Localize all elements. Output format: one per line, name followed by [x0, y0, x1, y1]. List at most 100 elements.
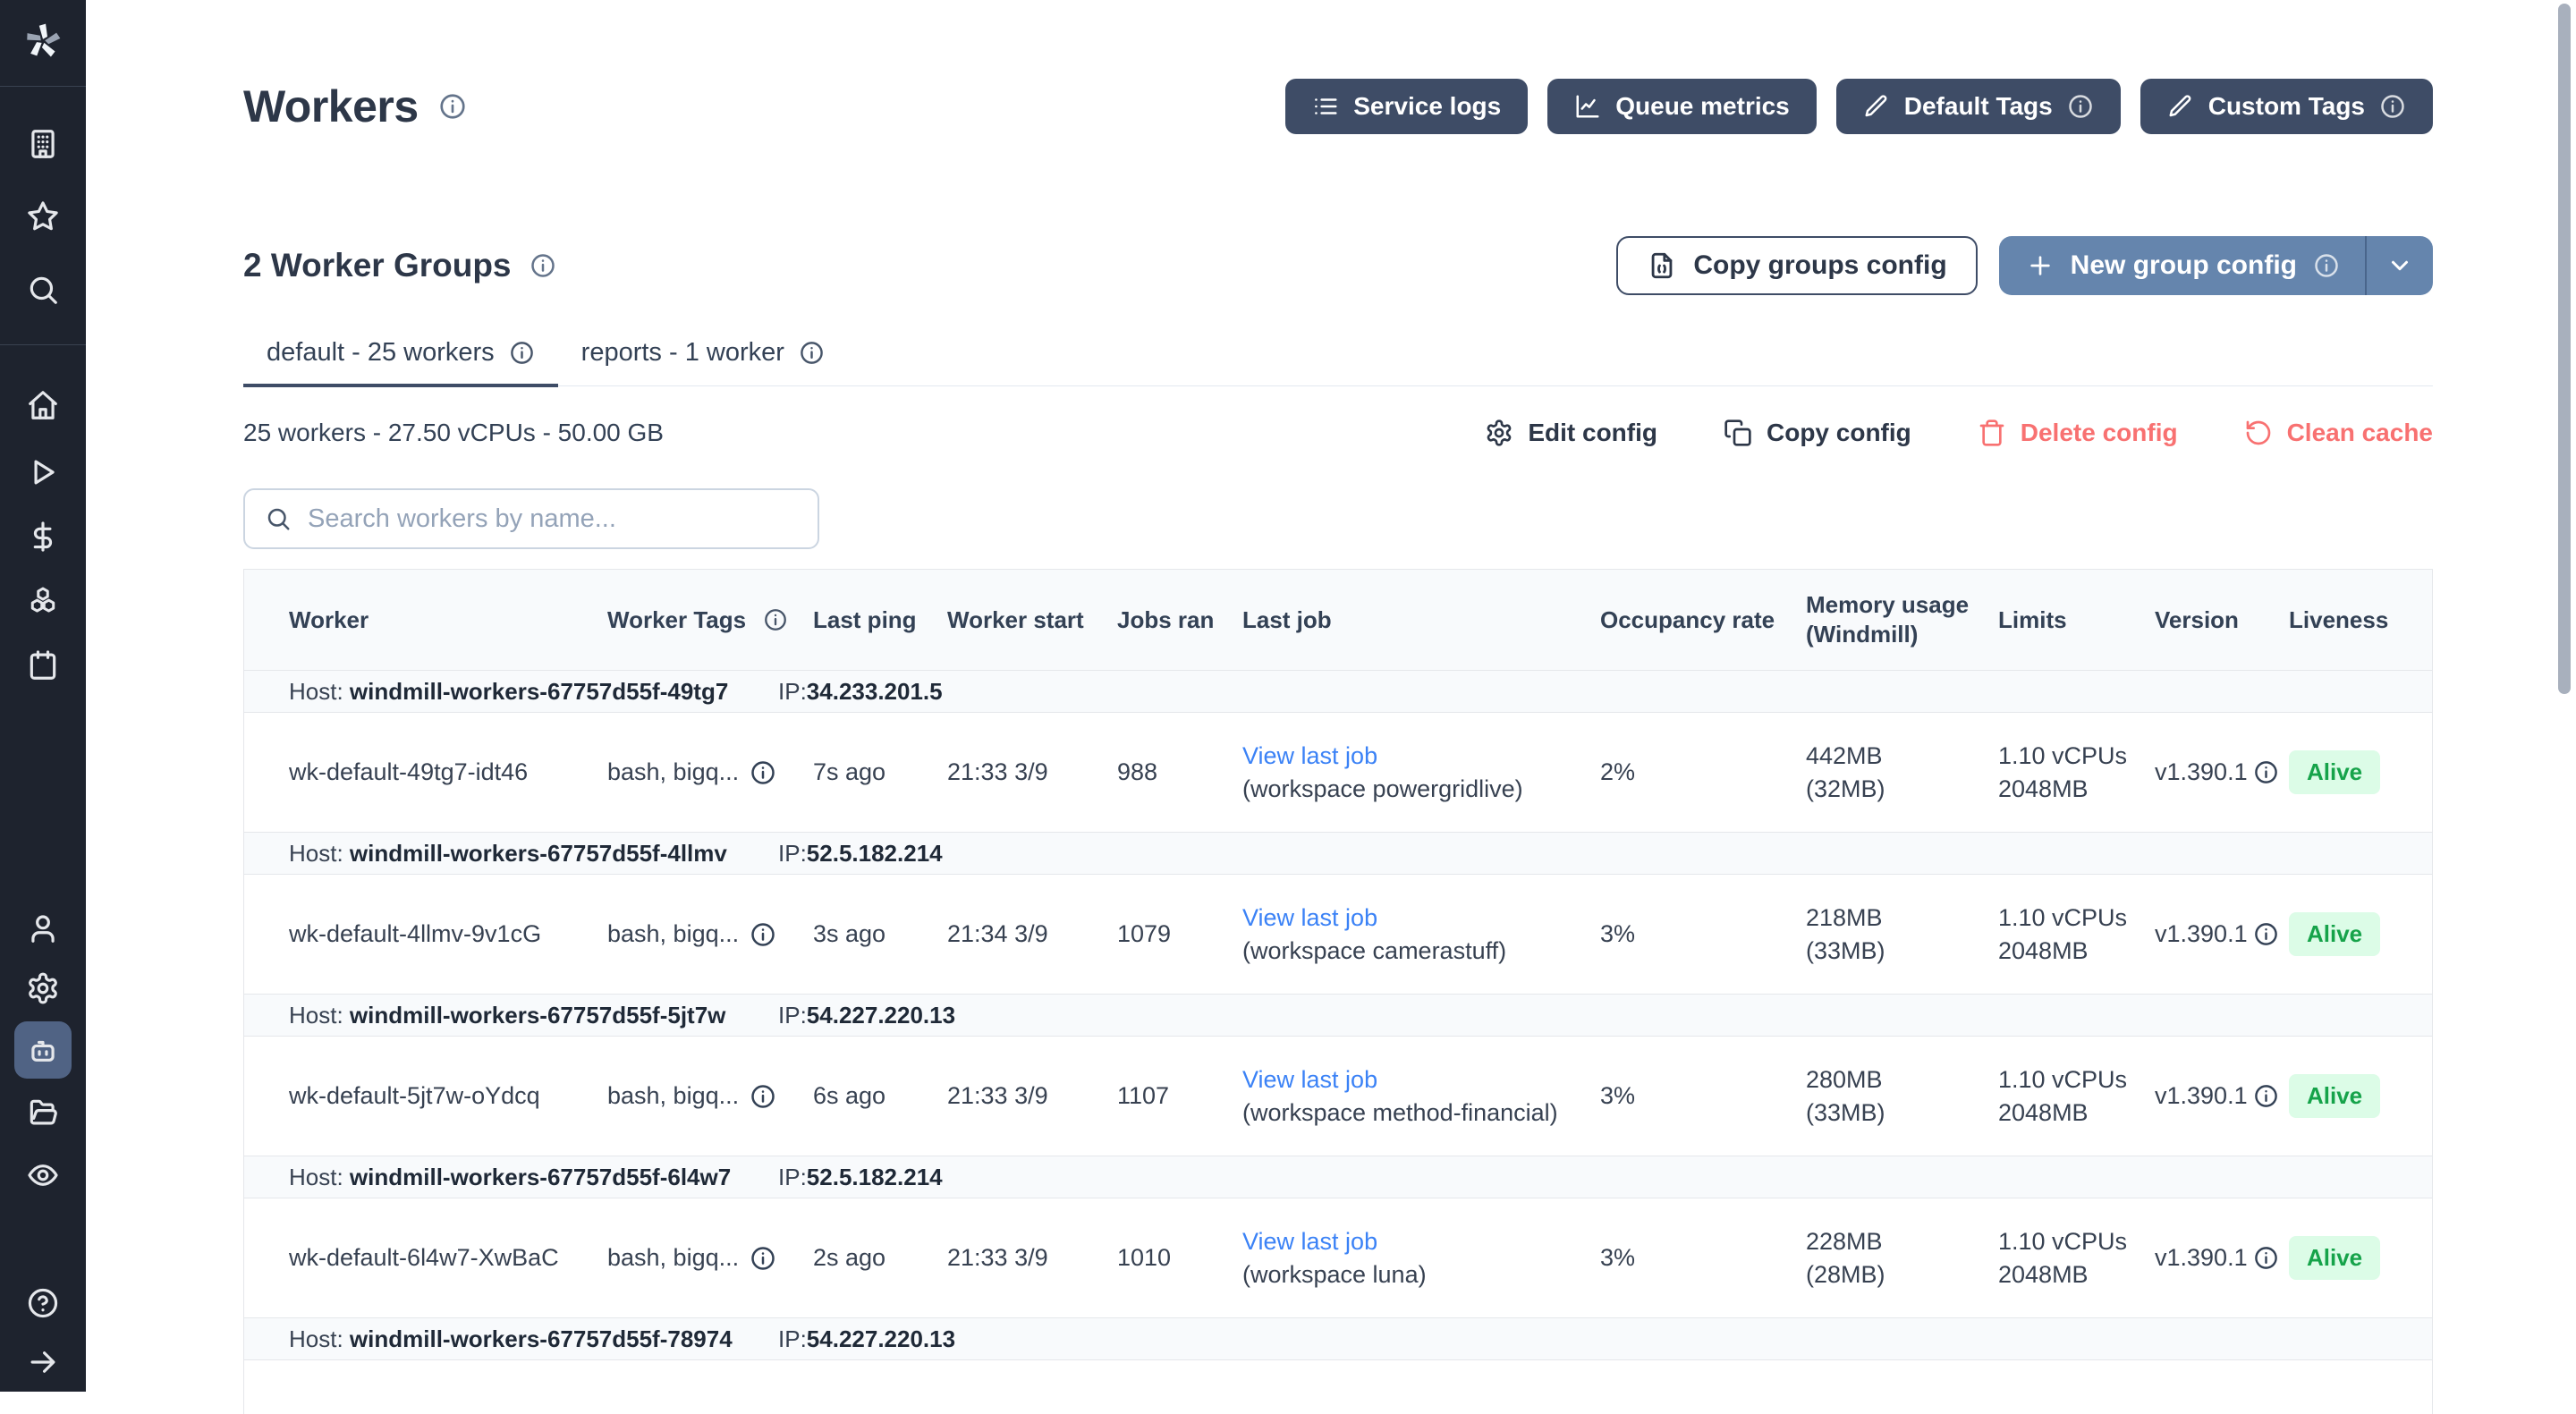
building-icon[interactable] [26, 127, 60, 161]
page-header: Workers Service logs Queue metrics Defau… [243, 79, 2433, 134]
alive-badge: Alive [2289, 750, 2380, 794]
tab-info-icon[interactable] [799, 340, 825, 366]
page-title: Workers [243, 80, 419, 132]
host-ip: 52.5.182.214 [807, 1164, 943, 1190]
worker-tags: bash, bigq... [589, 758, 795, 786]
jobs-ran: 1010 [1099, 1244, 1224, 1272]
memory-usage: 218MB (33MB) [1788, 902, 1980, 968]
edit-config-button[interactable]: Edit config [1485, 419, 1657, 447]
col-occupancy: Occupancy rate [1582, 605, 1788, 635]
gear-settings-icon[interactable] [26, 971, 60, 1005]
queue-metrics-button[interactable]: Queue metrics [1547, 79, 1817, 134]
jobs-ran: 988 [1099, 758, 1224, 786]
search-input[interactable] [306, 504, 798, 535]
plus-icon [2026, 251, 2055, 280]
view-last-job-link[interactable]: View last job [1242, 902, 1582, 935]
last-ping: 3s ago [795, 920, 929, 948]
limits: 1.10 vCPUs 2048MB [1980, 1063, 2137, 1130]
new-group-config-dropdown[interactable] [2367, 236, 2433, 295]
liveness: Alive [2271, 1074, 2423, 1118]
gear-icon [1485, 419, 1513, 447]
worker-tags-info-icon[interactable] [763, 607, 788, 632]
alive-badge: Alive [2289, 912, 2380, 956]
jobs-ran: 1079 [1099, 920, 1224, 948]
home-icon[interactable] [26, 388, 60, 422]
table-header: Worker Worker Tags Last ping Worker star… [244, 570, 2432, 670]
liveness: Alive [2271, 1236, 2423, 1280]
copy-config-label: Copy config [1767, 419, 1911, 447]
delete-config-label: Delete config [2021, 419, 2178, 447]
version: v1.390.1 [2137, 1244, 2271, 1272]
tab-info-icon[interactable] [509, 340, 535, 366]
last-ping: 7s ago [795, 758, 929, 786]
occupancy-rate: 2% [1582, 758, 1788, 786]
tab-default[interactable]: default - 25 workers [243, 338, 558, 387]
title-info-icon[interactable] [438, 92, 467, 121]
worker-row: wk-default-4llmv-9v1cG bash, bigq... 3s … [244, 875, 2432, 994]
copy-config-button[interactable]: Copy config [1724, 419, 1911, 447]
view-last-job-link[interactable]: View last job [1242, 740, 1582, 773]
host-row: Host: windmill-workers-67757d55f-4llmv I… [244, 832, 2432, 875]
worker-name: wk-default-49tg7-idt46 [244, 758, 589, 786]
tab-reports-label: reports - 1 worker [581, 338, 784, 368]
star-icon[interactable] [26, 199, 60, 233]
custom-tags-button[interactable]: Custom Tags [2140, 79, 2433, 134]
vertical-scrollbar-thumb[interactable] [2558, 4, 2571, 694]
last-job-workspace: (workspace powergridlive) [1242, 773, 1582, 806]
worker-start: 21:33 3/9 [929, 1244, 1099, 1272]
new-group-config-button[interactable]: New group config [1999, 236, 2433, 295]
worker-row: wk-default-5jt7w-oYdcq bash, bigq... 6s … [244, 1037, 2432, 1156]
tags-info-icon[interactable] [750, 1083, 776, 1110]
main-area: Workers Service logs Queue metrics Defau… [86, 0, 2576, 1392]
tab-reports[interactable]: reports - 1 worker [558, 338, 848, 387]
file-config-icon [1647, 250, 1677, 281]
delete-config-button[interactable]: Delete config [1978, 419, 2178, 447]
dollar-icon[interactable] [26, 520, 60, 554]
pen-icon [2167, 93, 2194, 120]
play-runs-icon[interactable] [26, 455, 60, 489]
calendar-schedules-icon[interactable] [26, 648, 60, 682]
worker-name: wk-default-5jt7w-oYdcq [244, 1082, 589, 1110]
search-icon[interactable] [26, 273, 60, 307]
partial-worker-row [244, 1360, 2432, 1414]
windmill-logo-icon[interactable] [22, 21, 64, 62]
view-last-job-link[interactable]: View last job [1242, 1225, 1582, 1258]
tags-info-icon[interactable] [750, 759, 776, 786]
host-name: windmill-workers-67757d55f-78974 [350, 1325, 733, 1352]
memory-usage: 228MB (28MB) [1788, 1225, 1980, 1291]
host-row: Host: windmill-workers-67757d55f-49tg7 I… [244, 670, 2432, 713]
header-buttons: Service logs Queue metrics Default Tags … [1285, 79, 2433, 134]
host-ip: 52.5.182.214 [807, 840, 943, 867]
view-last-job-link[interactable]: View last job [1242, 1063, 1582, 1096]
boxes-resources-icon[interactable] [26, 584, 60, 618]
copy-groups-config-button[interactable]: Copy groups config [1616, 236, 1977, 295]
tags-info-icon[interactable] [750, 1245, 776, 1272]
last-job-workspace: (workspace luna) [1242, 1258, 1582, 1291]
memory-usage: 280MB (33MB) [1788, 1063, 1980, 1130]
last-ping: 2s ago [795, 1244, 929, 1272]
group-summary-row: 25 workers - 27.50 vCPUs - 50.00 GB Edit… [243, 419, 2433, 447]
col-last-ping: Last ping [795, 605, 929, 635]
last-job: View last job (workspace powergridlive) [1224, 740, 1582, 806]
worker-start: 21:33 3/9 [929, 758, 1099, 786]
worker-groups-heading: 2 Worker Groups [243, 247, 512, 284]
chart-icon [1574, 93, 1601, 120]
refresh-icon [2244, 419, 2273, 447]
tags-info-icon[interactable] [750, 921, 776, 948]
robot-worker-icon[interactable] [26, 1034, 60, 1068]
help-icon[interactable] [26, 1286, 60, 1320]
clean-cache-button[interactable]: Clean cache [2244, 419, 2433, 447]
default-tags-button[interactable]: Default Tags [1836, 79, 2121, 134]
user-icon[interactable] [26, 911, 60, 945]
liveness: Alive [2271, 750, 2423, 794]
collapse-arrow-icon[interactable] [26, 1345, 60, 1379]
eye-icon[interactable] [26, 1158, 60, 1192]
alive-badge: Alive [2289, 1074, 2380, 1118]
service-logs-button[interactable]: Service logs [1285, 79, 1528, 134]
folder-icon[interactable] [26, 1096, 60, 1130]
host-ip: 54.227.220.13 [807, 1002, 955, 1029]
groups-info-icon[interactable] [530, 252, 556, 279]
sidebar [0, 0, 86, 1392]
worker-tags: bash, bigq... [589, 920, 795, 948]
memory-usage: 442MB (32MB) [1788, 740, 1980, 806]
